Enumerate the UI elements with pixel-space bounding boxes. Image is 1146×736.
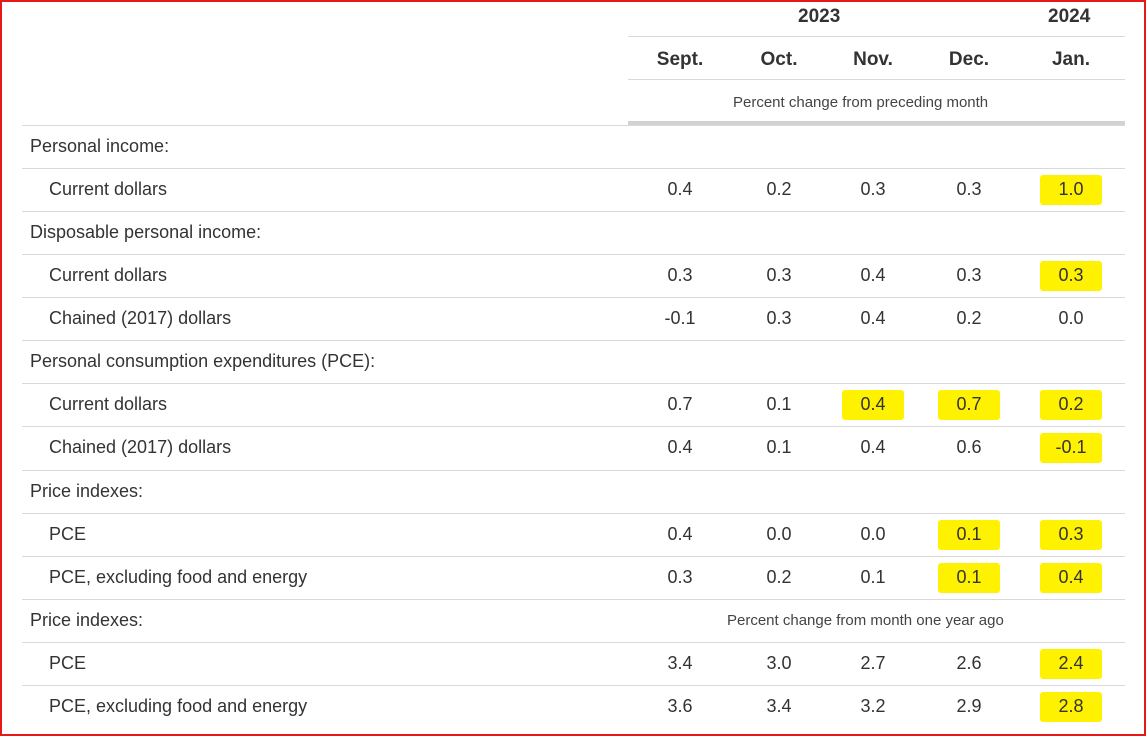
month-dec: Dec. [948,49,990,70]
value-cell: 0.0 [1058,308,1084,328]
value-cell: 0.4 [667,179,693,199]
value-cell: -0.1 [664,308,696,328]
row-label: Current dollars [49,394,168,414]
value-cell: 0.1 [766,394,792,414]
value-cell: 3.0 [766,653,792,673]
row-divider [22,599,1125,600]
row-divider [22,685,1125,686]
value-cell: 0.4 [860,265,886,285]
value-cell: 0.0 [766,524,792,544]
value-cell: 0.1 [766,437,792,457]
value-cell: 0.2 [1058,394,1084,414]
month-sept: Sept. [656,49,704,70]
value-cell: -0.1 [1055,437,1087,457]
month-jan: Jan. [1051,49,1091,70]
row-divider [22,513,1125,514]
row-label: Chained (2017) dollars [49,437,232,457]
value-cell: 2.6 [956,653,982,673]
section-label: Price indexes: [30,481,144,501]
row-divider [22,297,1125,298]
value-cell: 0.1 [956,567,982,587]
subheader-percent-change: Percent change from preceding month [733,94,989,111]
value-cell: 0.2 [766,567,792,587]
year-2023: 2023 [798,6,841,27]
value-cell: 3.6 [667,696,693,716]
row-label: Current dollars [49,179,168,199]
value-cell: 0.3 [956,179,982,199]
value-cell: 0.0 [860,524,886,544]
row-divider [22,642,1125,643]
value-cell: 3.4 [766,696,792,716]
value-cell: 2.4 [1058,653,1084,673]
section-label: Personal consumption expenditures (PCE): [30,351,376,371]
value-cell: 0.2 [956,308,982,328]
value-cell: 2.9 [956,696,982,716]
row-divider [22,426,1125,427]
value-cell: 0.3 [1058,265,1084,285]
row-divider [22,556,1125,557]
value-cell: 2.7 [860,653,886,673]
row-label: PCE [49,653,87,673]
month-nov: Nov. [853,49,893,70]
value-cell: 1.0 [1058,179,1084,199]
section-label: Disposable personal income: [30,222,262,242]
month-rule [628,79,1125,80]
row-divider [22,470,1125,471]
row-divider [22,340,1125,341]
value-cell: 0.4 [1058,567,1084,587]
value-cell: 0.3 [667,265,693,285]
year-rule [628,36,1125,37]
section-label: Price indexes: [30,610,144,630]
year-2024: 2024 [1048,6,1091,27]
row-label: PCE [49,524,87,544]
value-cell: 0.7 [956,394,982,414]
value-cell: 2.8 [1058,696,1084,716]
value-cell: 0.7 [667,394,693,414]
value-cell: 0.3 [667,567,693,587]
row-label: Current dollars [49,265,168,285]
value-cell: 0.6 [956,437,982,457]
value-cell: 0.4 [667,437,693,457]
value-cell: 0.3 [956,265,982,285]
value-cell: 0.3 [860,179,886,199]
row-divider [22,168,1125,169]
value-cell: 0.3 [766,265,792,285]
row-divider [22,125,1125,126]
value-cell: 0.4 [667,524,693,544]
value-cell: 3.4 [667,653,693,673]
value-cell: 0.2 [766,179,792,199]
subheader-year-ago: Percent change from month one year ago [727,612,1004,629]
value-cell: 0.4 [860,437,886,457]
value-cell: 3.2 [860,696,886,716]
value-cell: 0.3 [1058,524,1084,544]
value-cell: 0.1 [860,567,886,587]
row-divider [22,211,1125,212]
value-cell: 0.4 [860,308,886,328]
value-cell: 0.4 [860,394,886,414]
value-cell: 0.1 [956,524,982,544]
row-divider [22,254,1125,255]
row-divider [22,383,1125,384]
section-label: Personal income: [30,136,170,156]
row-label: PCE, excluding food and energy [49,567,308,587]
row-label: PCE, excluding food and energy [49,696,308,716]
row-label: Chained (2017) dollars [49,308,232,328]
value-cell: 0.3 [766,308,792,328]
month-oct: Oct. [760,49,798,70]
